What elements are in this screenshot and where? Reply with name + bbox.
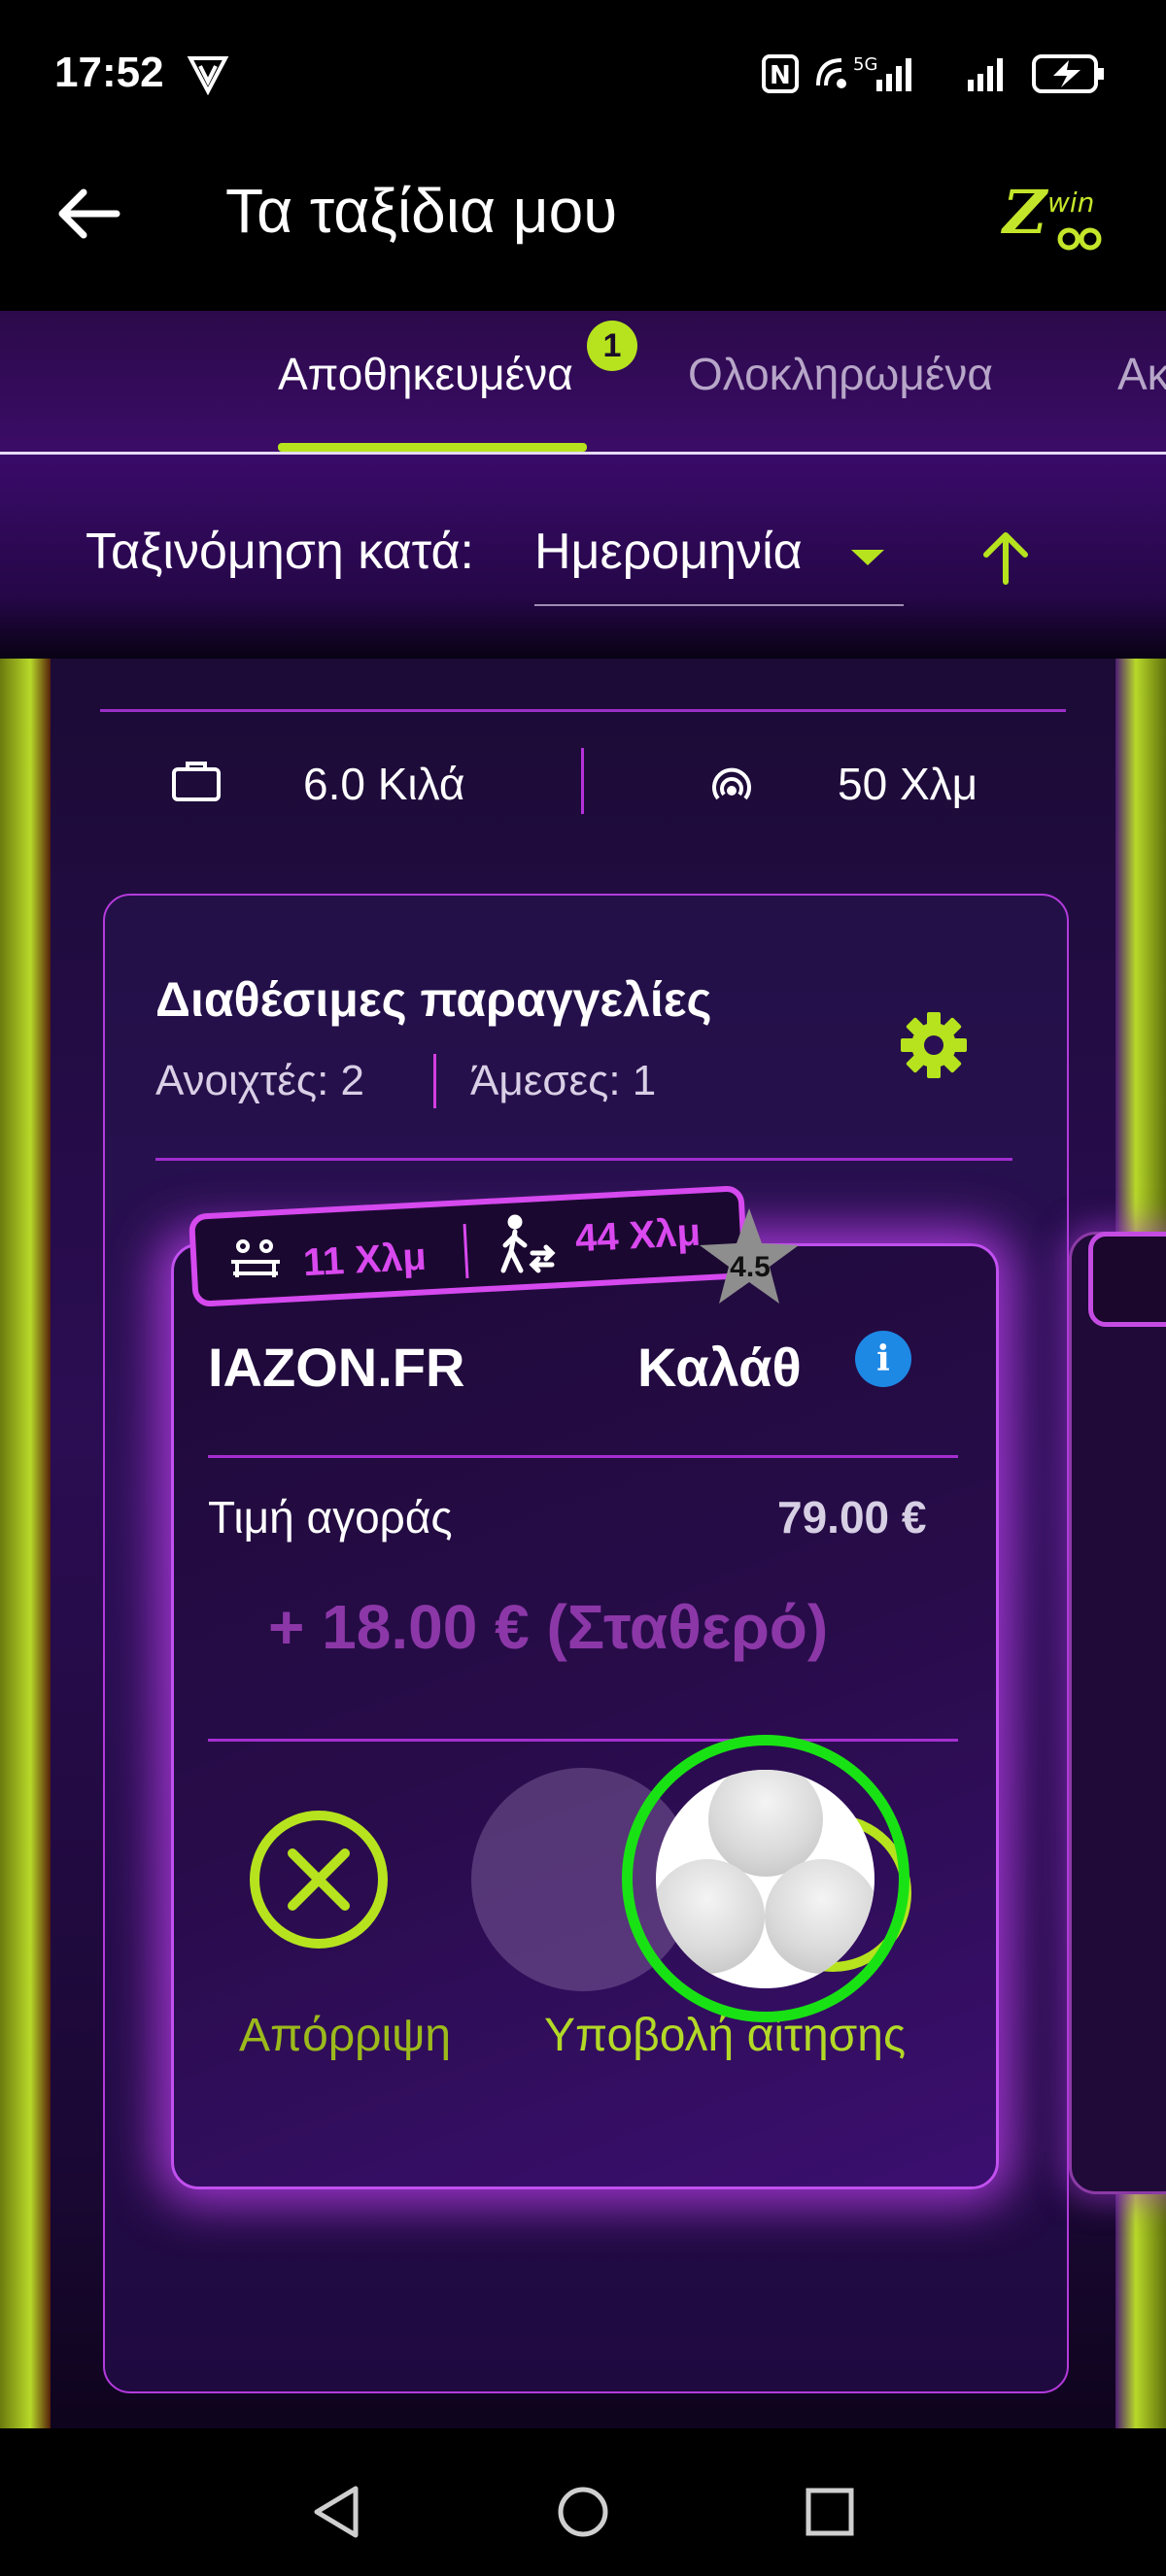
direct-orders-count: Άμεσες: 1 xyxy=(470,1057,657,1104)
product-name: Καλάθ xyxy=(637,1337,802,1398)
reject-label: Απόρριψη xyxy=(239,2010,452,2061)
svg-text:win: win xyxy=(1047,186,1094,219)
pickup-distance: 11 Χλμ xyxy=(301,1235,428,1285)
back-arrow-icon[interactable] xyxy=(54,185,122,243)
svg-text:Z: Z xyxy=(1000,177,1049,248)
status-icons: N 5G xyxy=(762,54,1104,93)
divider xyxy=(433,1054,436,1108)
divider xyxy=(100,709,1066,712)
page-title: Τα ταξίδια μου xyxy=(225,176,618,246)
submit-request-label: Υποβολή αίτησης xyxy=(544,2010,907,2061)
sort-label: Ταξινόμηση κατά: xyxy=(86,524,474,580)
range-value: 50 Χλμ xyxy=(838,759,978,809)
saved-count-badge: 1 xyxy=(587,321,637,371)
dropdown-caret-icon xyxy=(851,550,884,565)
radius-icon xyxy=(712,767,751,800)
price-value: 79.00 € xyxy=(777,1492,927,1542)
delivery-distance: 44 Χλμ xyxy=(573,1210,703,1261)
svg-text:N: N xyxy=(770,61,791,90)
divider xyxy=(208,1739,958,1742)
luggage-icon xyxy=(172,762,221,801)
weight-value: 6.0 Κιλά xyxy=(303,759,465,809)
tap-target-ball xyxy=(656,1770,874,1988)
nav-home-icon[interactable] xyxy=(556,2483,610,2541)
svg-text:5G: 5G xyxy=(853,54,877,75)
nav-back-icon[interactable] xyxy=(309,2483,363,2541)
status-time: 17:52 xyxy=(54,49,164,96)
next-offer-tag xyxy=(1088,1232,1166,1327)
open-orders-count: Ανοιχτές: 2 xyxy=(155,1057,365,1104)
nav-recents-icon[interactable] xyxy=(803,2483,857,2541)
divider xyxy=(208,1455,958,1458)
zwin-logo: Z win xyxy=(1000,177,1102,251)
divider xyxy=(155,1158,1012,1161)
tab-third[interactable]: Ακ xyxy=(1117,348,1166,400)
tab-completed[interactable]: Ολοκληρωμένα xyxy=(688,348,993,400)
price-label: Τιμή αγοράς xyxy=(208,1492,453,1542)
rating-value: 4.5 xyxy=(730,1251,771,1283)
info-icon[interactable]: i xyxy=(855,1331,911,1387)
sort-value: Ημερομηνία xyxy=(534,524,803,580)
next-offer-card[interactable] xyxy=(1069,1232,1166,2194)
reward-amount: + 18.00 € (Σταθερό) xyxy=(268,1592,829,1662)
gear-icon[interactable] xyxy=(899,1010,969,1080)
store-name: IAZON.FR xyxy=(208,1337,465,1398)
vpn-icon xyxy=(187,56,229,95)
tab-saved[interactable]: Αποθηκευμένα xyxy=(278,348,573,400)
previous-card-edge xyxy=(0,659,51,2504)
divider xyxy=(581,748,584,814)
reject-button[interactable] xyxy=(248,1809,390,1950)
walking-icon xyxy=(500,1214,556,1273)
sort-direction-arrow-icon[interactable] xyxy=(977,529,1035,588)
passenger-icon xyxy=(231,1239,280,1277)
orders-title: Διαθέσιμες παραγγελίες xyxy=(155,972,712,1027)
active-tab-indicator xyxy=(278,443,587,452)
